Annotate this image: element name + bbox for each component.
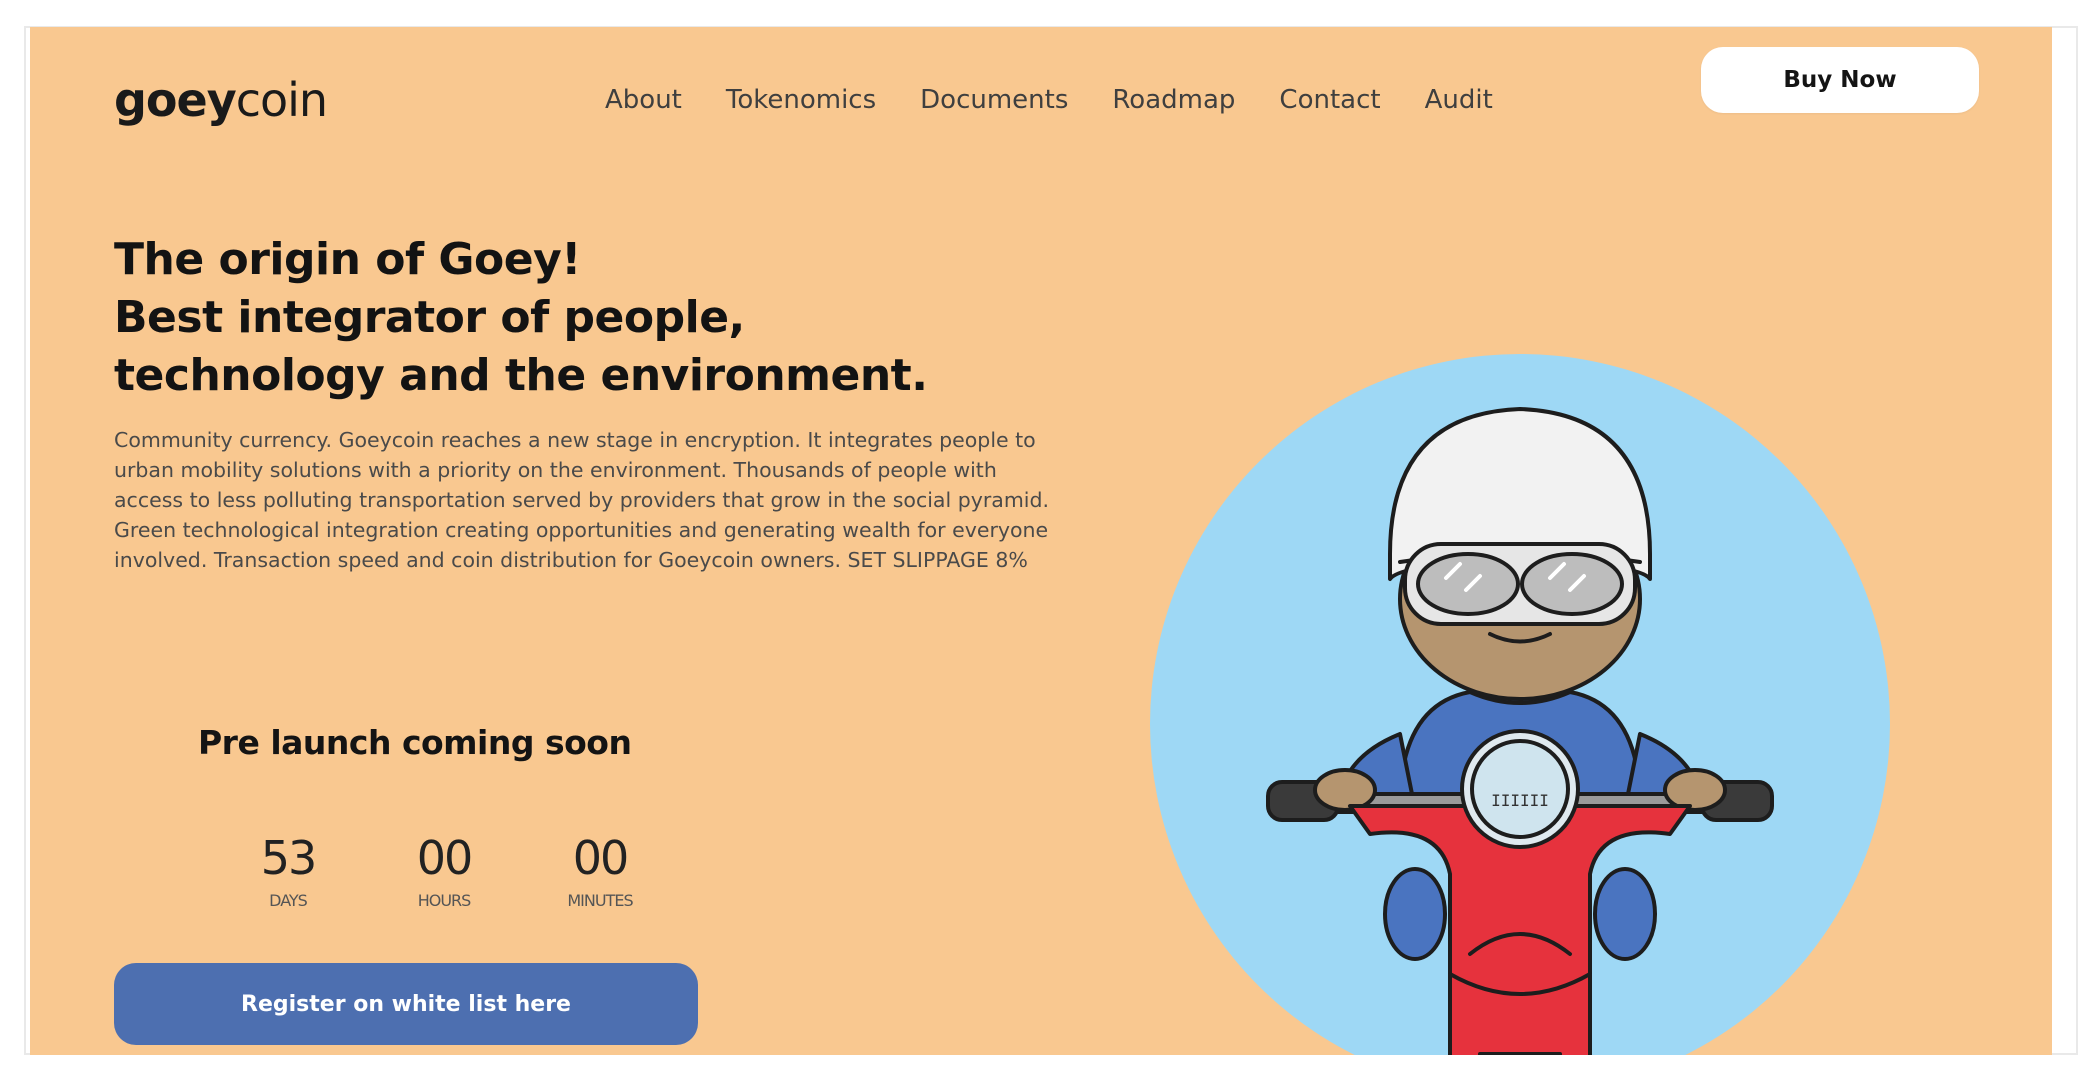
countdown-hours-label: HOURS: [417, 891, 472, 910]
nav-tokenomics[interactable]: Tokenomics: [726, 87, 876, 113]
logo-bold-text: goey: [114, 73, 237, 127]
countdown-hours: 00 HOURS: [366, 835, 522, 910]
buy-now-button[interactable]: Buy Now: [1701, 47, 1979, 113]
logo[interactable]: goeycoin: [114, 77, 328, 123]
hero-headline: The origin of Goey! Best integrator of p…: [114, 231, 1014, 405]
register-whitelist-button[interactable]: Register on white list here: [114, 963, 698, 1045]
hero-description: Community currency. Goeycoin reaches a n…: [114, 428, 1050, 572]
countdown-minutes: 00 MINUTES: [522, 835, 678, 910]
nav-contact[interactable]: Contact: [1279, 87, 1380, 113]
nav-roadmap[interactable]: Roadmap: [1112, 87, 1235, 113]
scooter-badge-text: IIIIII: [1491, 791, 1549, 810]
headline-line-1: The origin of Goey!: [114, 234, 581, 285]
nav-audit[interactable]: Audit: [1425, 87, 1493, 113]
headline-line-3: technology and the environment.: [114, 350, 928, 401]
scooter-rider-icon: IIIIII: [1150, 354, 1890, 1055]
countdown-days-value: 53: [260, 831, 318, 885]
nav-documents[interactable]: Documents: [920, 87, 1068, 113]
countdown-hours-value: 00: [416, 831, 474, 885]
prelaunch-title: Pre launch coming soon: [198, 723, 632, 762]
countdown-timer: 53 DAYS 00 HOURS 00 MINUTES: [210, 835, 678, 910]
countdown-minutes-label: MINUTES: [567, 891, 633, 910]
countdown-days: 53 DAYS: [210, 835, 366, 910]
nav-about[interactable]: About: [605, 87, 682, 113]
landing-page: goeycoin About Tokenomics Documents Road…: [30, 27, 2052, 1055]
countdown-days-label: DAYS: [269, 891, 308, 910]
headline-line-2: Best integrator of people,: [114, 292, 745, 343]
main-nav: About Tokenomics Documents Roadmap Conta…: [605, 87, 1493, 113]
countdown-minutes-value: 00: [572, 831, 630, 885]
logo-light-text: coin: [235, 73, 328, 127]
